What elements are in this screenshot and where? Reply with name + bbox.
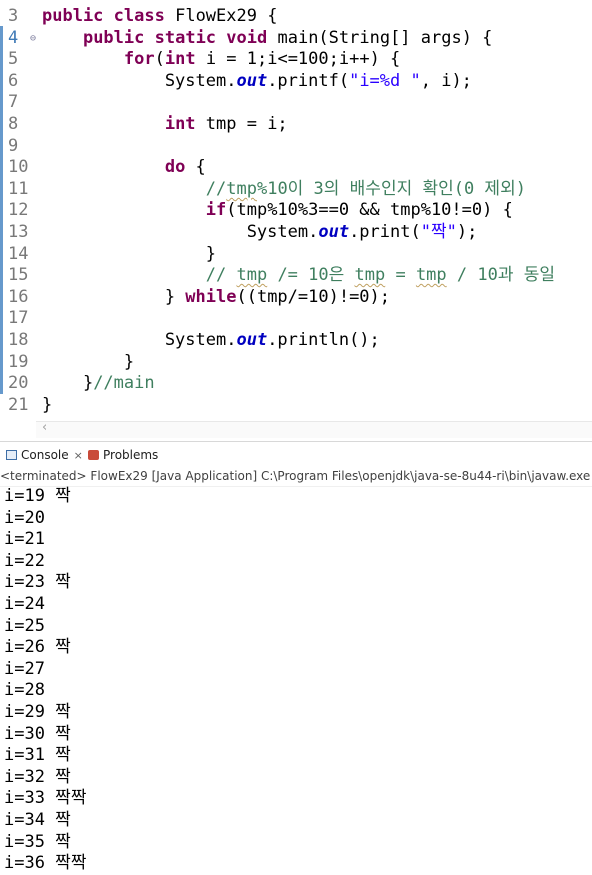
line-number: 12	[8, 200, 29, 221]
code-text: // tmp /= 10은 tmp = tmp / 10과 동일	[205, 265, 555, 286]
code-text: }	[42, 351, 135, 372]
line-number: 16	[8, 286, 29, 307]
output-line: i=31 짝	[4, 745, 71, 766]
code-text: int tmp = i;	[164, 114, 288, 134]
tab-problems[interactable]: Problems	[88, 446, 158, 464]
line-number: 21	[8, 394, 29, 415]
code-text: }	[42, 243, 216, 264]
line-number: 7	[8, 92, 19, 113]
output-line: i=29 짝	[4, 701, 71, 722]
problems-icon	[88, 450, 99, 460]
code-text: System.out.printf("i=%d ", i);	[42, 70, 472, 91]
console-status: <terminated> FlowEx29 [Java Application]…	[0, 466, 592, 487]
code-text: System.out.println();	[42, 330, 380, 350]
console-icon	[6, 450, 17, 460]
code-text: for(int i = 1;i<=100;i++) {	[123, 49, 401, 70]
output-line: i=32 짝	[4, 766, 71, 787]
code-text: public static void main(String[] args) {	[82, 27, 493, 48]
fold-toggle-icon[interactable]: ⊖	[30, 28, 36, 50]
scroll-left-icon[interactable]: ‹	[42, 420, 47, 435]
horizontal-scrollbar[interactable]: ‹	[36, 420, 592, 438]
line-number: 17	[8, 308, 29, 329]
console-output[interactable]: i=19 짝 i=20 i=21 i=22 i=23 짝 i=24 i=25 i=26 짝 i=…	[4, 486, 592, 875]
line-number: 8	[8, 114, 19, 134]
code-text: System.out.print("짝");	[42, 222, 478, 242]
output-line: i=34 짝	[4, 809, 71, 830]
console-tab-bar: Console × Problems	[0, 441, 592, 466]
code-editor[interactable]: 3 public class FlowEx29 {4 ⊖ public static…	[0, 0, 592, 420]
change-ruler	[0, 0, 3, 420]
line-number: 15	[8, 265, 29, 286]
output-line: i=20	[4, 507, 45, 528]
output-line: i=33 짝짝	[4, 788, 87, 809]
code-text: } while((tmp/=10)!=0);	[42, 286, 391, 307]
output-line: i=21	[4, 529, 45, 550]
output-line: i=27	[4, 658, 45, 679]
output-line: i=23 짝	[4, 572, 71, 593]
output-line: i=22	[4, 550, 45, 571]
output-line: i=26 짝	[4, 637, 71, 658]
code-text: public class FlowEx29 {	[42, 6, 278, 26]
code-text: }//main	[42, 373, 155, 394]
line-number: 14	[8, 243, 29, 264]
line-number: 18	[8, 330, 29, 350]
code-text: do {	[164, 157, 206, 178]
line-number: 9	[8, 135, 19, 156]
change-marker	[0, 26, 3, 394]
output-line: i=28	[4, 680, 45, 701]
tab-console-label: Console	[21, 448, 69, 462]
line-number: 11	[8, 178, 29, 199]
code-text: if(tmp%10%3==0 && tmp%10!=0) {	[205, 200, 513, 221]
code-text: //tmp%10이 3의 배수인지 확인(0 제외)	[205, 178, 526, 199]
line-number: 13	[8, 222, 29, 242]
line-number: 6	[8, 70, 19, 91]
output-line: i=25	[4, 615, 45, 636]
line-number: 3	[8, 6, 19, 26]
output-line: i=30 짝	[4, 723, 71, 744]
output-line: i=19 짝	[4, 486, 71, 506]
output-line: i=36 짝짝	[4, 853, 87, 874]
line-number: 19	[8, 351, 29, 372]
output-line: i=35 짝	[4, 831, 71, 852]
line-number: 10	[8, 157, 29, 178]
output-line: i=24	[4, 593, 45, 614]
line-number: 5	[8, 49, 19, 70]
tab-problems-label: Problems	[103, 448, 159, 462]
close-icon[interactable]: ×	[74, 449, 83, 462]
tab-console[interactable]: Console ×	[6, 446, 83, 464]
line-number: 20	[8, 373, 29, 394]
code-text: }	[42, 394, 53, 415]
